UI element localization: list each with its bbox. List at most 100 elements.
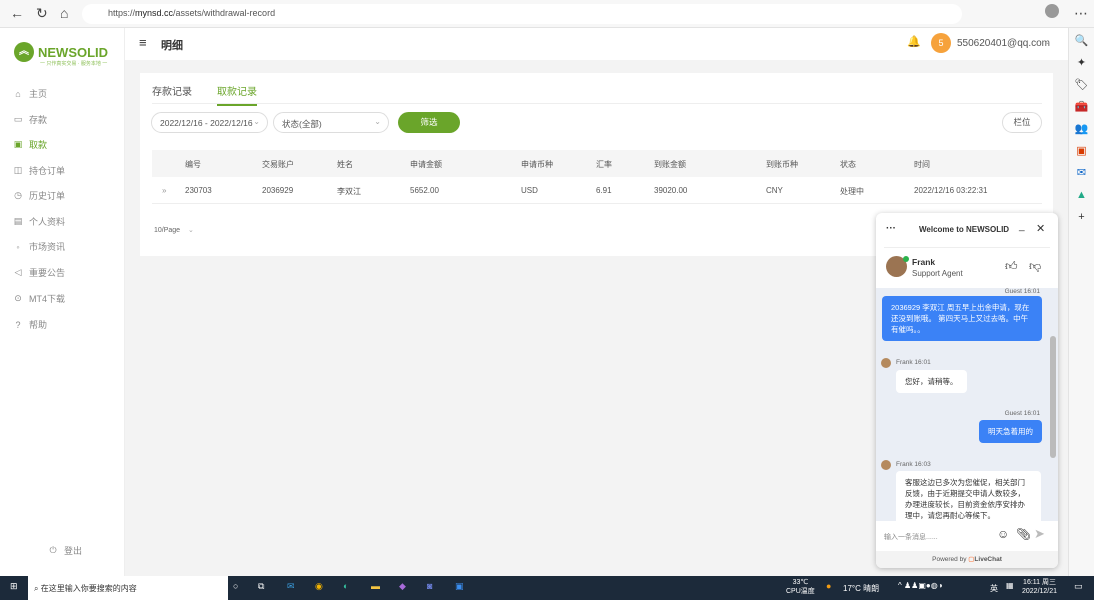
livechat-widget: ··· Welcome to NEWSOLID _ ✕ Frank Suppor… — [876, 213, 1058, 568]
input-language[interactable]: 英 — [990, 583, 998, 594]
edge-sidebar: 🔍 ✦ 🏷 🧰 👥 ▣ ✉ ▲ + — [1068, 28, 1094, 576]
user-email[interactable]: 550620401@qq.com — [957, 38, 1050, 49]
app-icon[interactable]: ▣ — [455, 581, 464, 592]
divider — [884, 247, 1050, 248]
columns-button[interactable]: 栏位 — [1002, 112, 1042, 133]
chevron-down-icon: ⌄ — [188, 227, 194, 234]
thumbs-up-icon[interactable]: 👍︎ — [1005, 259, 1018, 274]
sidebar-item-home[interactable]: ⌂ 主页 — [13, 87, 47, 100]
download-icon: ⊙ — [14, 293, 22, 303]
powered-by-label: Powered by — [932, 556, 967, 563]
avatar[interactable]: 5 — [931, 33, 951, 53]
message-input[interactable]: 输入一条消息...... — [884, 532, 938, 542]
profile-icon: ▤ — [13, 216, 23, 226]
sidebar-item-news[interactable]: ◦ 市场资讯 — [13, 240, 65, 253]
back-icon[interactable]: ← — [10, 5, 24, 21]
home-icon[interactable]: ⌂ — [60, 5, 68, 21]
task-view-icon[interactable]: ⧉ — [258, 581, 264, 592]
outlook-icon[interactable]: ✉ — [1069, 162, 1094, 184]
people-icon[interactable]: 👥 — [1069, 118, 1094, 140]
agent-message: 您好，请稍等。 — [896, 370, 967, 393]
sidebar-item-notice[interactable]: ◁ 重要公告 — [13, 266, 65, 279]
sidebar-item-label: 帮助 — [29, 320, 48, 330]
chevron-down-icon[interactable]: ⌄ — [1044, 37, 1051, 46]
refresh-icon[interactable]: ↻ — [36, 5, 48, 22]
profile-icon[interactable] — [1045, 4, 1059, 18]
sidebar-item-positions[interactable]: ◫ 持仓订单 — [13, 164, 65, 177]
app-icon[interactable]: ◆ — [399, 581, 406, 592]
thumbs-down-icon[interactable]: 👎︎ — [1029, 259, 1041, 274]
sidebar-item-label: 取款 — [29, 140, 48, 150]
send-icon[interactable]: ➤ — [1034, 526, 1045, 542]
add-icon[interactable]: + — [1069, 206, 1094, 228]
toolbox-icon[interactable]: 🧰 — [1069, 96, 1094, 118]
logo-icon: ︽ — [14, 42, 34, 62]
chevron-down-icon: ⌄ — [374, 117, 381, 126]
more-icon[interactable]: ··· — [886, 223, 896, 234]
notification-icon[interactable]: ▭ — [1074, 581, 1083, 592]
weather-text[interactable]: 17°C 晴朗 — [843, 583, 879, 594]
mail-icon[interactable]: ✉ — [287, 581, 295, 592]
sidebar-item-profile[interactable]: ▤ 个人资料 — [13, 215, 65, 228]
message-meta: Frank 16:01 — [896, 359, 931, 366]
sidebar-item-help[interactable]: ? 帮助 — [13, 318, 47, 331]
scrollbar[interactable] — [1050, 336, 1056, 458]
search-icon[interactable]: 🔍 — [1069, 30, 1094, 52]
table-row[interactable]: » 230703 2036929 李双江 5652.00 USD 6.91 39… — [152, 177, 1042, 204]
brand-slogan: 一 只作真实交易 · 服务本地 一 — [40, 61, 108, 67]
copilot-icon[interactable]: ✦ — [1069, 52, 1094, 74]
sidebar-item-withdraw[interactable]: ▣ 取款 — [13, 138, 47, 151]
logout-label: 登出 — [64, 546, 83, 556]
edge-icon[interactable]: ◐ — [343, 581, 348, 591]
more-icon[interactable]: ⋯ — [1074, 5, 1088, 22]
attachment-icon[interactable]: 📎︎ — [1016, 527, 1031, 541]
brand-name: NEWSOLID — [38, 44, 109, 60]
tray-icons[interactable]: ^ ♟♟▣●◍◑ — [898, 581, 943, 590]
tab-deposit-records[interactable]: 存款记录 — [152, 83, 192, 98]
guest-message: 2036929 李双江 周五早上出金申请，现在还没到账哦。 第四天马上又过去咯。… — [882, 296, 1042, 341]
close-icon[interactable]: ✕ — [1036, 222, 1045, 235]
date-range-picker[interactable]: 2022/12/16 - 2022/12/16 ⌄ — [151, 112, 268, 133]
cell-currency: USD — [521, 186, 538, 195]
taskbar-search[interactable]: ⌕ 在这里输入你要搜索的内容 — [28, 576, 228, 600]
livechat-brand: LiveChat — [974, 556, 1002, 563]
sidebar-item-history[interactable]: ◷ 历史订单 — [13, 189, 65, 202]
tag-icon[interactable]: 🏷 — [1069, 74, 1094, 96]
url-path: /assets/withdrawal-record — [173, 8, 276, 18]
windows-start-icon[interactable]: ⊞ — [10, 581, 18, 592]
powered-by[interactable]: Powered by ▢LiveChat — [876, 551, 1058, 568]
status-select[interactable]: 状态(全部) ⌄ — [273, 112, 389, 133]
top-header: ≡ 明细 🔔 5 550620401@qq.com ⌄ — [125, 28, 1068, 60]
tab-divider — [152, 103, 1042, 104]
cell-amount: 5652.00 — [410, 186, 439, 195]
chat-messages: Guest 16:01 2036929 李双江 周五早上出金申请，现在还没到账哦… — [876, 288, 1058, 521]
sidebar-item-label: 个人资料 — [29, 217, 66, 227]
cortana-icon[interactable]: ○ — [233, 581, 238, 591]
speaker-icon: ◁ — [14, 267, 22, 277]
chevron-down-icon: ⌄ — [253, 117, 260, 126]
chrome-icon[interactable]: ◉ — [315, 581, 323, 592]
help-icon: ? — [15, 319, 21, 330]
expand-icon[interactable]: » — [162, 186, 166, 195]
minimize-icon[interactable]: _ — [1019, 221, 1025, 232]
filter-button[interactable]: 筛选 — [398, 112, 460, 133]
sidebar-item-deposit[interactable]: ▭ 存款 — [13, 113, 47, 126]
tree-icon[interactable]: ▲ — [1069, 184, 1094, 206]
power-icon: ⏻ — [49, 545, 57, 555]
address-bar[interactable]: https://mynsd.cc/assets/withdrawal-recor… — [82, 4, 962, 24]
emoji-icon[interactable]: ☺ — [997, 527, 1009, 541]
keyboard-icon[interactable]: ▦ — [1006, 581, 1014, 590]
sidebar-item-mt4[interactable]: ⊙ MT4下载 — [13, 292, 65, 305]
clock[interactable]: 16:11 周三 2022/12/21 — [1022, 578, 1057, 596]
page-size-select[interactable]: 10/Page ⌄ — [154, 226, 194, 234]
bell-icon[interactable]: 🔔 — [907, 35, 921, 48]
office-icon[interactable]: ▣ — [1069, 140, 1094, 162]
file-explorer-icon[interactable]: ▬ — [371, 581, 380, 591]
logout-button[interactable]: ⏻ 登出 — [48, 544, 82, 557]
column-header: 到账币种 — [766, 160, 798, 169]
browser-toolbar: ← ↻ ⌂ https://mynsd.cc/assets/withdrawal… — [0, 0, 1094, 28]
cell-id: 230703 — [185, 186, 212, 195]
column-header: 交易账户 — [262, 160, 294, 169]
app-icon[interactable]: ◙ — [427, 581, 432, 591]
menu-icon[interactable]: ≡ — [139, 35, 147, 50]
